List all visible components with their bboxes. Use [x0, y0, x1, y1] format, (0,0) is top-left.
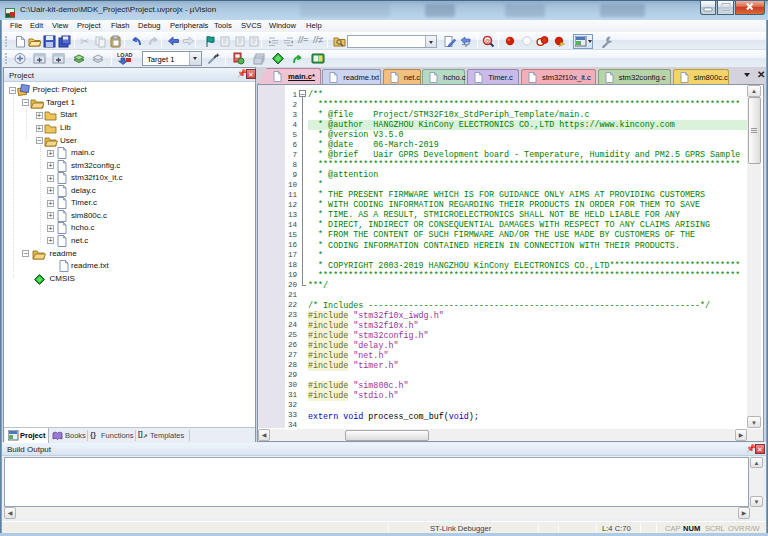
svg-text:@: @ — [485, 38, 491, 44]
svg-text:LOAD: LOAD — [117, 52, 133, 58]
